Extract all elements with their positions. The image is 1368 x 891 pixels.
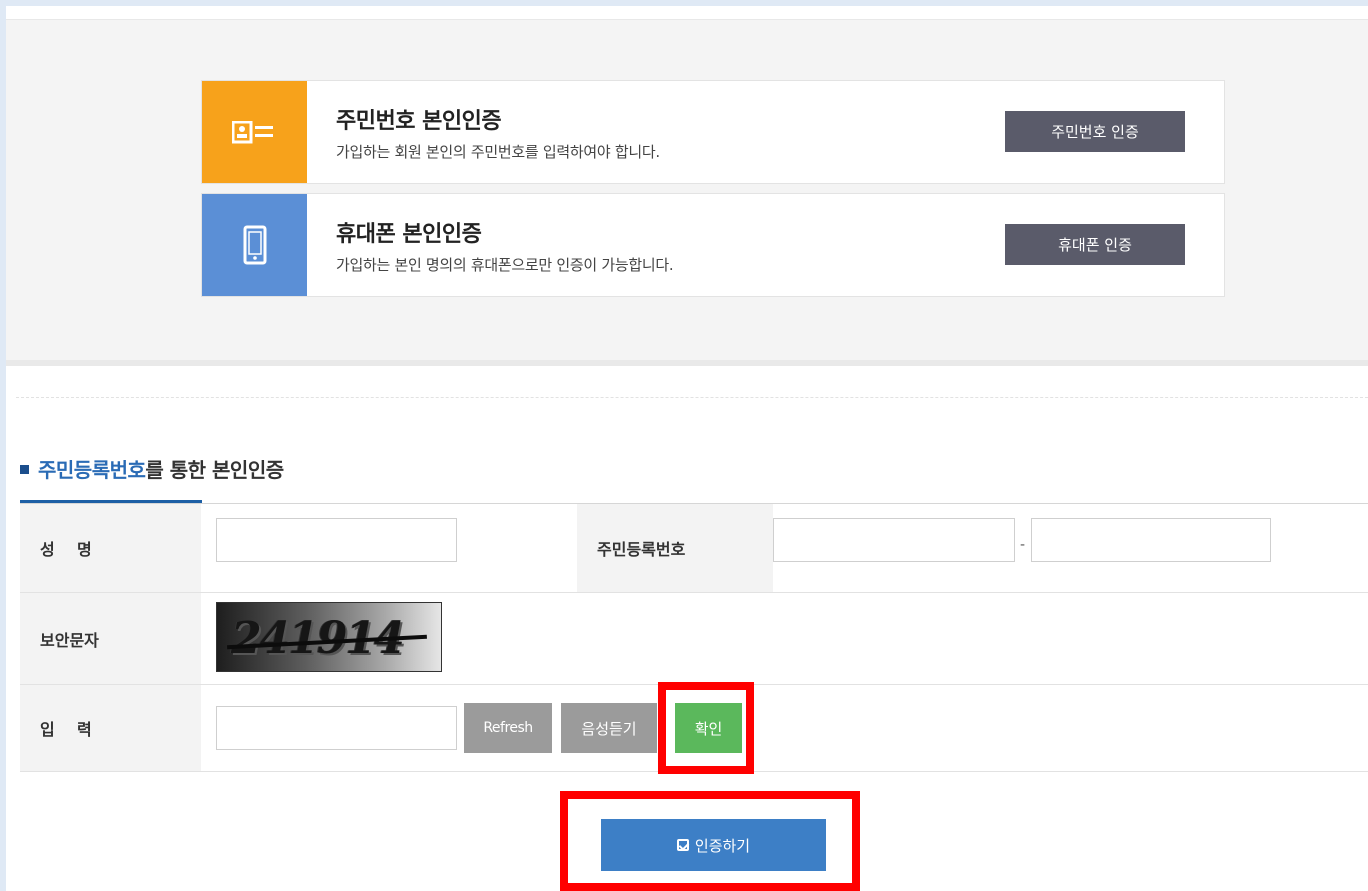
form-row-captcha: 보안문자 241914 xyxy=(20,593,1368,685)
confirm-button[interactable]: 확인 xyxy=(675,703,742,753)
page: 주민번호 본인인증 가입하는 회원 본인의 주민번호를 입력하여야 합니다. 주… xyxy=(6,6,1368,891)
refresh-button[interactable]: Refresh xyxy=(464,703,552,753)
auth-card-mobile-icon-box xyxy=(202,194,307,296)
form-row-input: 입 력 Refresh 음성듣기 확인 xyxy=(20,685,1368,772)
section-title: 주민등록번호를 통한 본인인증 xyxy=(20,454,284,483)
rrn-first-input[interactable] xyxy=(773,518,1015,562)
auth-card-rrn: 주민번호 본인인증 가입하는 회원 본인의 주민번호를 입력하여야 합니다. 주… xyxy=(201,80,1225,184)
section-title-highlight: 주민등록번호 xyxy=(38,458,146,482)
captcha-label: 보안문자 xyxy=(20,593,201,684)
auth-card-rrn-title: 주민번호 본인인증 xyxy=(336,109,502,134)
rrn-separator: - xyxy=(1020,537,1026,553)
mobile-phone-icon xyxy=(243,225,267,265)
auth-card-rrn-icon-box xyxy=(202,81,307,183)
name-label: 성 명 xyxy=(20,504,201,592)
auth-card-mobile-title: 휴대폰 본인인증 xyxy=(336,222,482,247)
rrn-second-input[interactable] xyxy=(1031,518,1271,562)
submit-auth-label: 인증하기 xyxy=(694,836,751,855)
form-row-name: 성 명 주민등록번호 - xyxy=(20,504,1368,593)
rrn-auth-button[interactable]: 주민번호 인증 xyxy=(1005,111,1185,152)
submit-auth-button[interactable]: 인증하기 xyxy=(601,819,826,871)
check-square-icon xyxy=(676,839,689,851)
auth-method-panel: 주민번호 본인인증 가입하는 회원 본인의 주민번호를 입력하여야 합니다. 주… xyxy=(6,19,1368,366)
section-title-rest: 를 통한 본인인증 xyxy=(145,458,284,482)
captcha-input[interactable] xyxy=(216,706,457,750)
id-card-icon xyxy=(232,121,273,144)
auth-card-mobile-description: 가입하는 본인 명의의 휴대폰으로만 인증이 가능합니다. xyxy=(336,256,674,274)
input-label: 입 력 xyxy=(20,685,201,771)
captcha-image: 241914 xyxy=(216,602,442,672)
square-bullet-icon xyxy=(20,465,29,474)
rrn-label: 주민등록번호 xyxy=(577,504,773,592)
auth-card-rrn-description: 가입하는 회원 본인의 주민번호를 입력하여야 합니다. xyxy=(336,143,660,161)
name-input[interactable] xyxy=(216,518,457,562)
mobile-auth-button[interactable]: 휴대폰 인증 xyxy=(1005,224,1185,265)
audio-listen-button[interactable]: 음성듣기 xyxy=(561,703,657,753)
auth-card-mobile: 휴대폰 본인인증 가입하는 본인 명의의 휴대폰으로만 인증이 가능합니다. 휴… xyxy=(201,193,1225,297)
section-divider xyxy=(16,397,1368,398)
